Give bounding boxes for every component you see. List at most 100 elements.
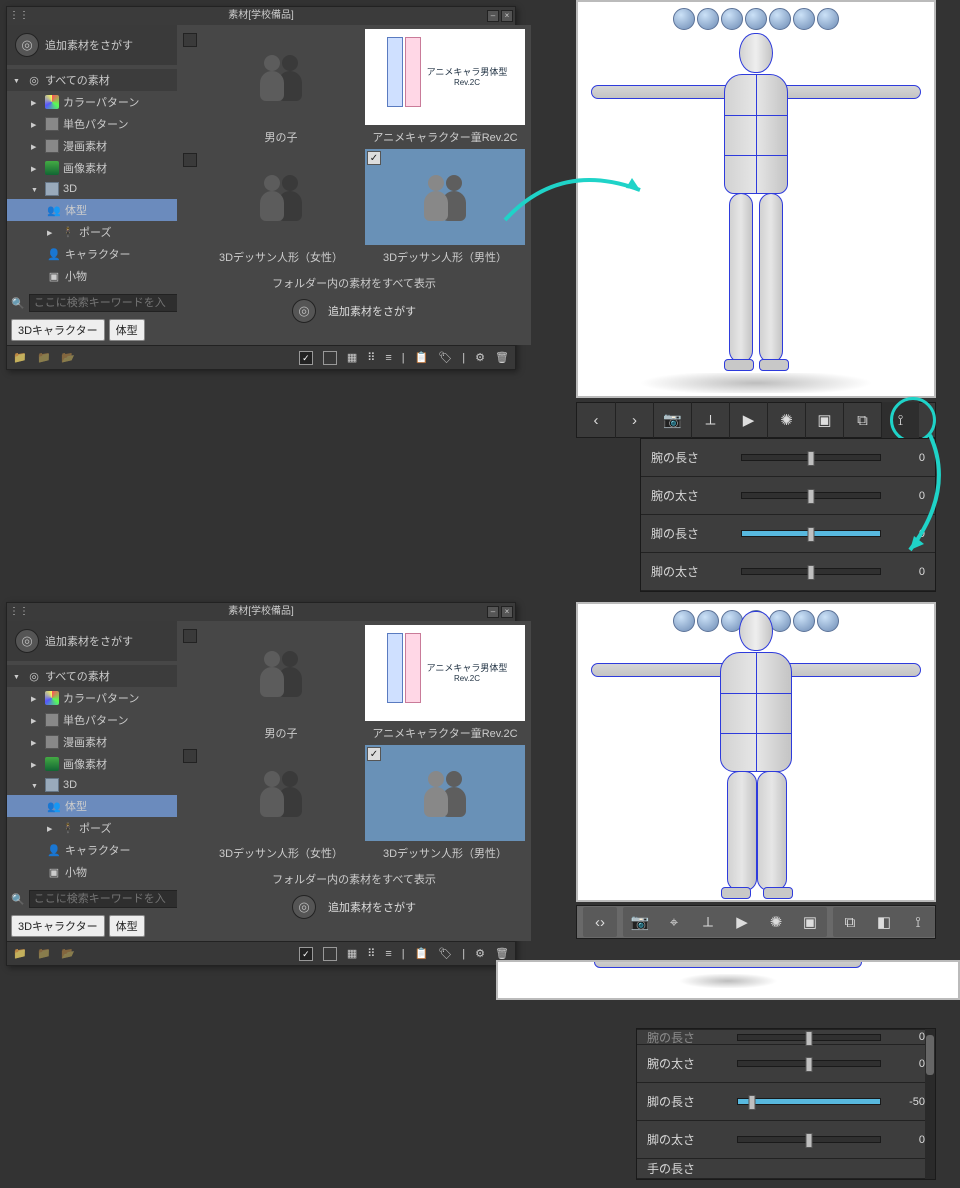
3d-figure[interactable] <box>671 19 841 379</box>
play-icon[interactable]: ▶ <box>725 907 759 937</box>
tag-body-type[interactable]: 体型 <box>109 319 145 341</box>
folder-action-icon[interactable]: 📂 <box>61 351 75 365</box>
tree-all-materials[interactable]: ◎ すべての素材 <box>7 69 177 91</box>
tree-mono-pattern[interactable]: 単色パターン <box>7 113 177 135</box>
view-list-icon[interactable]: ≡ <box>385 352 391 364</box>
trash-icon[interactable]: 🗑 <box>495 947 509 960</box>
camera-angle-icon[interactable]: 📷 <box>623 907 657 937</box>
tag-icon[interactable]: 🏷 <box>438 351 452 364</box>
play-icon[interactable]: ▶ <box>729 402 767 438</box>
show-all-link[interactable]: フォルダー内の素材をすべて表示 <box>183 871 525 887</box>
search-input[interactable] <box>29 890 181 908</box>
tree-mono-pattern[interactable]: 単色パターン <box>7 709 177 731</box>
camera-angle-icon[interactable]: 📷 <box>653 402 691 438</box>
3d-viewport-top[interactable] <box>576 0 936 398</box>
body-sliders-button[interactable]: ⟟ <box>901 907 935 937</box>
gear-icon[interactable]: ⚙ <box>475 947 485 960</box>
tree-manga[interactable]: 漫画素材 <box>7 731 177 753</box>
tree-color-pattern[interactable]: カラーパターン <box>7 91 177 113</box>
view-list-icon[interactable]: ≡ <box>385 948 391 960</box>
close-button[interactable]: × <box>501 606 513 618</box>
search-input[interactable] <box>29 294 181 312</box>
thumb-checkbox[interactable] <box>183 33 197 47</box>
slider-leg-thickness[interactable]: 脚の太さ 0 <box>637 1121 935 1159</box>
thumb-anime[interactable]: アニメキャラ男体型Rev.2Cアニメキャラクター童Rev.2C <box>365 625 525 741</box>
thumb-female[interactable]: 3Dデッサン人形（女性） <box>201 149 361 265</box>
minimize-button[interactable]: – <box>487 606 499 618</box>
view-small-icon[interactable]: ⠿ <box>367 351 375 364</box>
search-more-materials[interactable]: ◎ 追加素材をさがす <box>7 25 177 65</box>
thumb-checkbox[interactable] <box>183 153 197 167</box>
view-small-icon[interactable]: ⠿ <box>367 947 375 960</box>
register-icon[interactable]: ◧ <box>867 907 901 937</box>
grip-icon[interactable]: ⋮⋮ <box>9 7 29 25</box>
tree-pose[interactable]: 🕴ポーズ <box>7 817 177 839</box>
thumb-boy[interactable]: 男の子 <box>201 29 361 145</box>
view-check-icon[interactable]: ✓ <box>299 947 313 961</box>
3d-viewport-bottom[interactable] <box>576 602 936 902</box>
tree-all-materials[interactable]: ◎すべての素材 <box>7 665 177 687</box>
light-icon[interactable]: ✺ <box>759 907 793 937</box>
tree-image[interactable]: 画像素材 <box>7 157 177 179</box>
slider-leg-length[interactable]: 脚の長さ 0 <box>641 515 935 553</box>
folder-icon[interactable]: 📁 <box>13 947 27 961</box>
ground-icon[interactable]: ⟂ <box>691 907 725 937</box>
prev-button[interactable]: ‹ <box>577 402 615 438</box>
view-large-icon[interactable]: ▦ <box>347 947 357 960</box>
tree-props[interactable]: ▣ 小物 <box>7 265 177 287</box>
light-icon[interactable]: ✺ <box>767 402 805 438</box>
new-folder-icon[interactable]: 📁 <box>37 947 51 961</box>
layers-icon[interactable]: ▣ <box>805 402 843 438</box>
thumb-checkbox[interactable] <box>183 629 197 643</box>
preset-icon[interactable]: ⧉ <box>833 907 867 937</box>
slider-arm-length[interactable]: 腕の長さ 0 <box>641 439 935 477</box>
tree-pose[interactable]: 🕴 ポーズ <box>7 221 177 243</box>
scrollbar[interactable] <box>925 1029 935 1179</box>
slider-leg-length[interactable]: 脚の長さ -50 <box>637 1083 935 1121</box>
search-more-materials[interactable]: ◎ 追加素材をさがす <box>7 621 177 661</box>
search-more-link[interactable]: ◎追加素材をさがす <box>183 895 525 919</box>
minimize-button[interactable]: – <box>487 10 499 22</box>
focus-icon[interactable]: ⌖ <box>657 907 691 937</box>
tag-body-type[interactable]: 体型 <box>109 915 145 937</box>
slider-arm-thickness[interactable]: 腕の太さ 0 <box>641 477 935 515</box>
gear-icon[interactable]: ⚙ <box>475 351 485 364</box>
tree-body-type[interactable]: 👥 体型 <box>7 199 177 221</box>
tree-color-pattern[interactable]: カラーパターン <box>7 687 177 709</box>
paste-icon[interactable]: 📋 <box>415 947 429 960</box>
tree-manga[interactable]: 漫画素材 <box>7 135 177 157</box>
folder-icon[interactable]: 📁 <box>13 351 27 365</box>
slider-leg-thickness[interactable]: 脚の太さ 0 <box>641 553 935 591</box>
thumb-female[interactable]: 3Dデッサン人形（女性） <box>201 745 361 861</box>
close-button[interactable]: × <box>501 10 513 22</box>
trash-icon[interactable]: 🗑 <box>495 351 509 364</box>
next-button[interactable]: › <box>615 402 653 438</box>
view-detail-icon[interactable] <box>323 351 337 365</box>
thumb-boy[interactable]: 男の子 <box>201 625 361 741</box>
preset-icon[interactable]: ⧉ <box>843 402 881 438</box>
search-more-link[interactable]: ◎ 追加素材をさがす <box>183 299 525 323</box>
tree-character[interactable]: 👤キャラクター <box>7 839 177 861</box>
tree-3d[interactable]: 3D <box>7 179 177 199</box>
thumb-anime[interactable]: アニメキャラ男体型 Rev.2C アニメキャラクター童Rev.2C <box>365 29 525 145</box>
tree-body-type[interactable]: 👥体型 <box>7 795 177 817</box>
3d-figure-short[interactable] <box>671 602 841 902</box>
layers-icon[interactable]: ▣ <box>793 907 827 937</box>
show-all-link[interactable]: フォルダー内の素材をすべて表示 <box>183 275 525 291</box>
view-detail-icon[interactable] <box>323 947 337 961</box>
tree-props[interactable]: ▣小物 <box>7 861 177 883</box>
new-folder-icon[interactable]: 📁 <box>37 351 51 365</box>
grip-icon[interactable]: ⋮⋮ <box>9 603 29 621</box>
tag-3d-character[interactable]: 3Dキャラクター <box>11 319 105 341</box>
thumb-male-selected[interactable]: ✓ 3Dデッサン人形（男性） <box>365 149 525 265</box>
paste-icon[interactable]: 📋 <box>415 351 429 364</box>
tree-image[interactable]: 画像素材 <box>7 753 177 775</box>
nav-group-icon[interactable]: ‹› <box>583 907 617 937</box>
folder-action-icon[interactable]: 📂 <box>61 947 75 961</box>
slider-arm-length-cut[interactable]: 腕の長さ 0 <box>637 1029 935 1045</box>
slider-arm-thickness[interactable]: 腕の太さ 0 <box>637 1045 935 1083</box>
tag-icon[interactable]: 🏷 <box>438 947 452 960</box>
tree-3d[interactable]: 3D <box>7 775 177 795</box>
thumb-checkbox[interactable] <box>183 749 197 763</box>
thumb-male-selected[interactable]: ✓3Dデッサン人形（男性） <box>365 745 525 861</box>
